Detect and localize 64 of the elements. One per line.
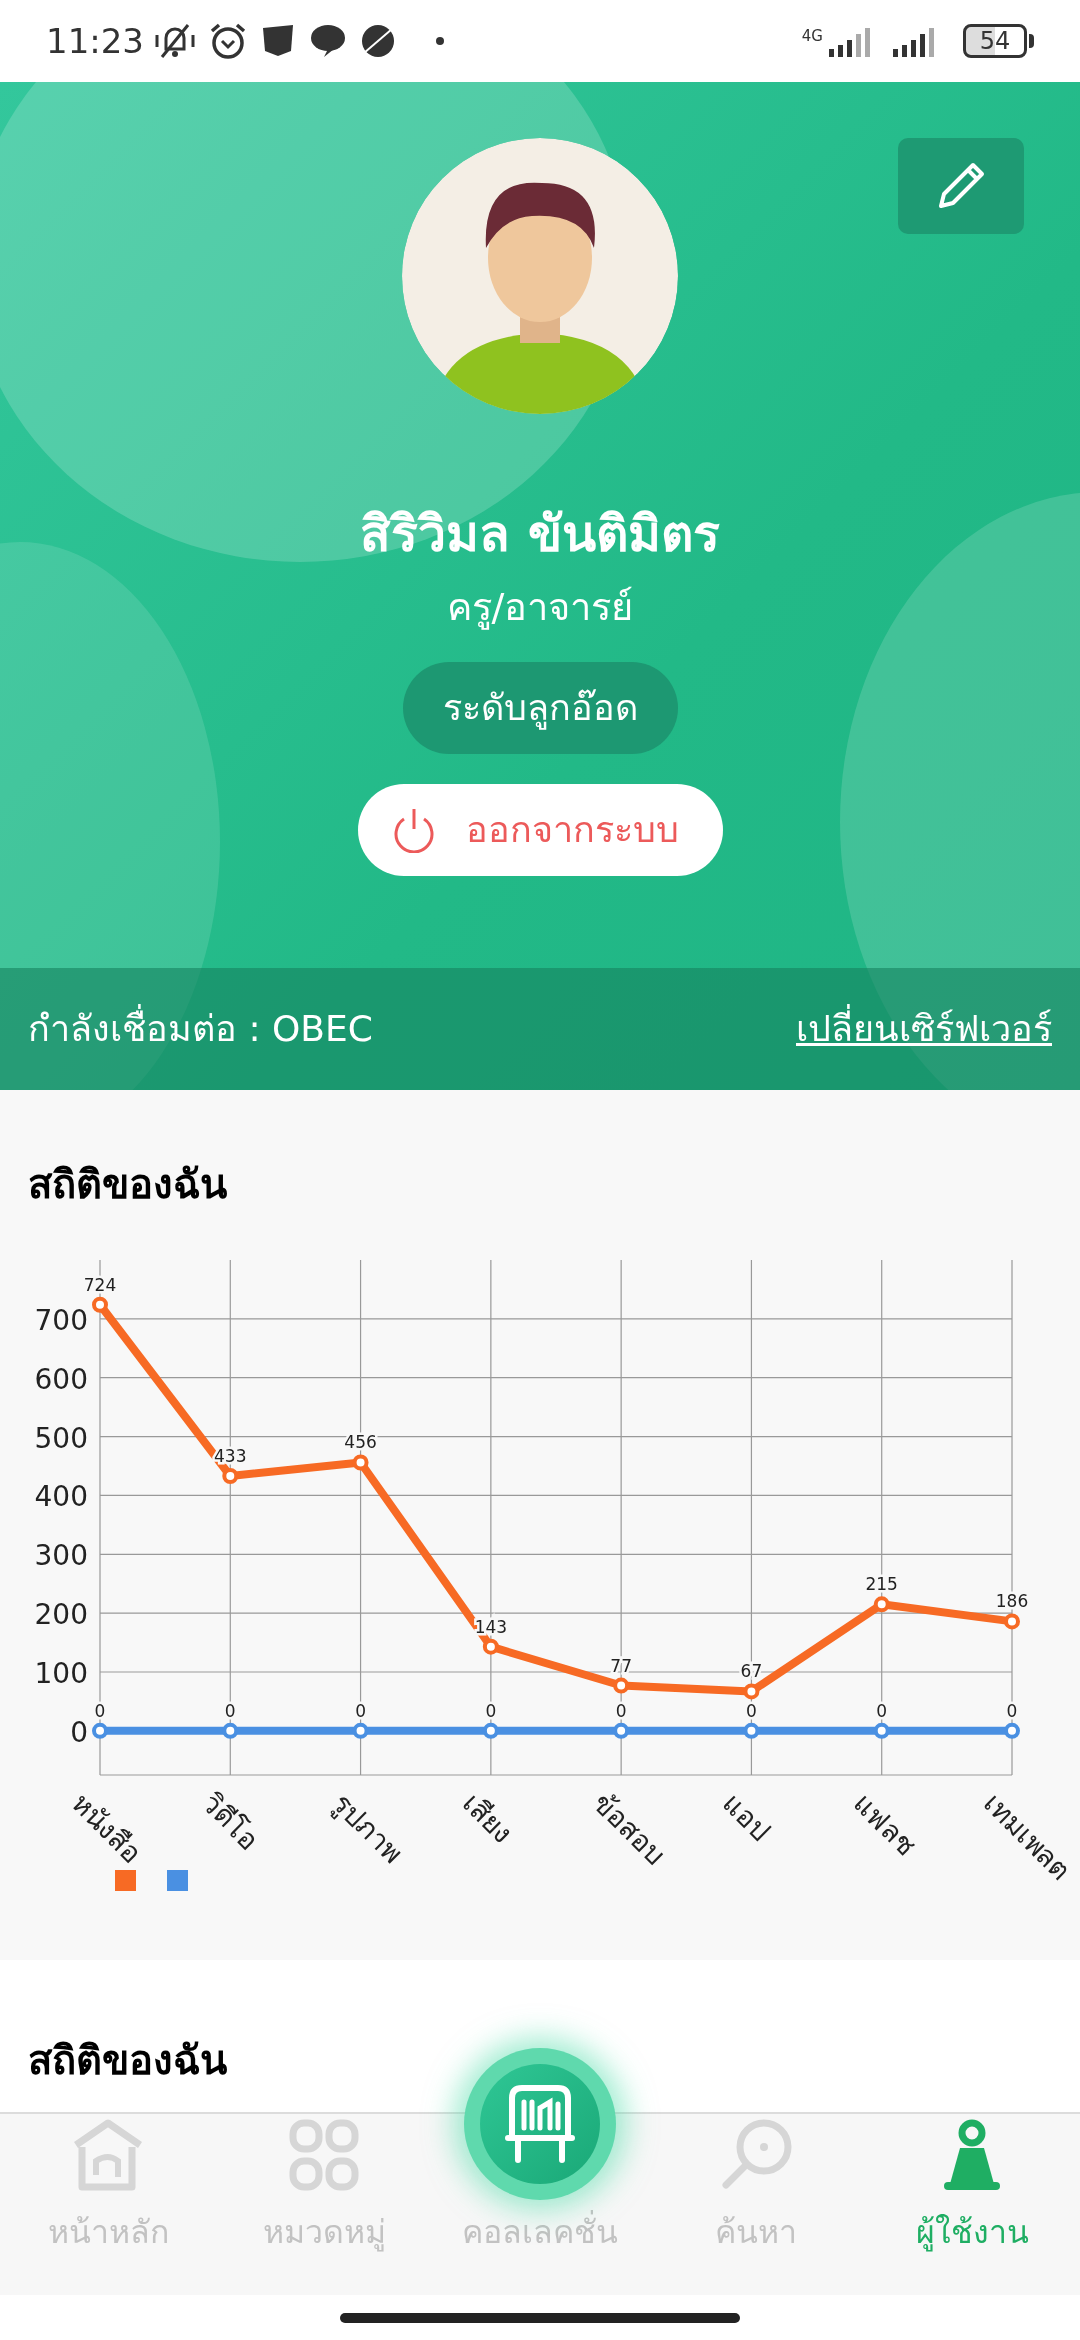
change-server-link[interactable]: เปลี่ยนเซิร์ฟเวอร์ xyxy=(796,1002,1052,1056)
data-label: 456 xyxy=(344,1432,377,1453)
chat-bubble-icon xyxy=(310,23,346,59)
data-label: 0 xyxy=(746,1700,757,1721)
data-point xyxy=(352,1454,369,1471)
data-label: 215 xyxy=(865,1574,898,1595)
user-icon xyxy=(942,2118,1002,2192)
axis-label: 300 xyxy=(34,1539,88,1573)
axis-label: 200 xyxy=(34,1598,88,1632)
connection-status: กำลังเชื่อมต่อ : OBEC xyxy=(28,1002,373,1056)
axis-label: 500 xyxy=(34,1421,88,1455)
user-role: ครู/อาจารย์ xyxy=(446,584,634,632)
data-point xyxy=(482,1722,499,1739)
data-point xyxy=(92,1722,108,1739)
data-label: 724 xyxy=(83,1274,117,1295)
data-label: 0 xyxy=(876,1700,888,1721)
data-label: 0 xyxy=(615,1700,627,1721)
data-label: 186 xyxy=(995,1591,1029,1612)
level-badge: ระดับลูกอ๊อด xyxy=(402,662,678,754)
data-point xyxy=(222,1468,239,1484)
data-point xyxy=(1004,1722,1020,1739)
data-point xyxy=(743,1683,760,1700)
data-point xyxy=(222,1722,239,1739)
grid-icon xyxy=(289,2119,359,2191)
data-label: 0 xyxy=(1006,1700,1018,1721)
battery-level: 54 xyxy=(979,27,1011,55)
data-point xyxy=(92,1296,108,1313)
battery-tip xyxy=(1029,34,1034,48)
nav-tab[interactable]: ผู้ใช้งาน xyxy=(915,2114,1029,2254)
section-title: สถิติของฉัน xyxy=(27,2036,228,2085)
axis-label: 400 xyxy=(34,1480,88,1514)
data-point xyxy=(873,1596,890,1613)
data-label: 0 xyxy=(94,1700,106,1721)
data-label: 0 xyxy=(224,1700,236,1721)
axis-label: 600 xyxy=(34,1362,88,1396)
collection-button[interactable] xyxy=(480,2064,600,2184)
bookshelf-icon xyxy=(504,2084,576,2164)
section-title: สถิติของฉัน xyxy=(27,1160,228,1209)
status-time: 11:23 xyxy=(46,19,144,63)
data-point xyxy=(613,1677,630,1694)
edit-button[interactable] xyxy=(898,138,1024,234)
axis-label: 100 xyxy=(34,1657,88,1690)
data-point xyxy=(743,1722,760,1739)
data-point xyxy=(873,1722,890,1739)
user-name: สิริวิมล ขันติมิตร xyxy=(360,504,720,565)
axis-label: 700 xyxy=(34,1303,88,1337)
data-point xyxy=(352,1722,369,1739)
axis-label: แอป xyxy=(716,1786,778,1848)
data-label: 0 xyxy=(355,1700,366,1721)
power-icon xyxy=(391,807,436,853)
data-point xyxy=(1004,1613,1020,1630)
data-label: 0 xyxy=(485,1700,497,1721)
logout-button[interactable]: ออกจากระบบ xyxy=(357,784,723,876)
dot-icon xyxy=(436,37,444,45)
alarm-clock-icon xyxy=(208,21,248,61)
data-point xyxy=(482,1638,499,1655)
network-type: 4G xyxy=(801,29,823,44)
home-indicator[interactable] xyxy=(340,2312,740,2323)
app-icon xyxy=(260,23,296,59)
data-label: 67 xyxy=(740,1661,763,1682)
axis-label: 0 xyxy=(70,1715,88,1749)
data-label: 77 xyxy=(610,1655,632,1676)
axis-label: เสียง xyxy=(455,1786,520,1851)
data-point xyxy=(613,1722,630,1739)
